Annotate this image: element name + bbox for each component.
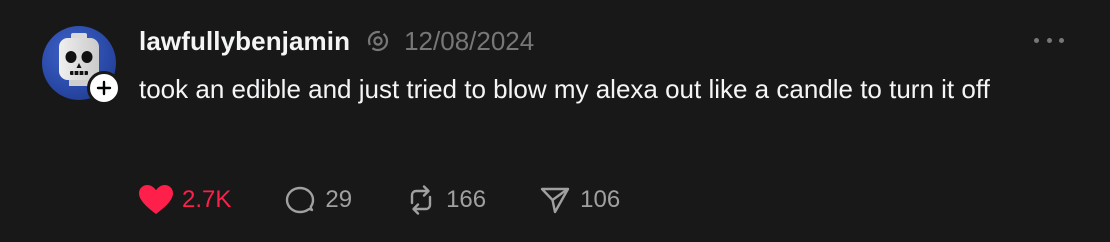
- post-timestamp[interactable]: 12/08/2024: [404, 26, 534, 57]
- repost-icon: [410, 185, 432, 215]
- share-count: 106: [580, 186, 621, 213]
- reply-count: 29: [325, 186, 353, 213]
- avatar-container: [42, 26, 121, 105]
- more-options-button[interactable]: [1034, 28, 1064, 52]
- repost-button[interactable]: 166: [404, 183, 486, 217]
- send-icon: [540, 187, 570, 214]
- post-card: lawfullybenjamin 12/08/2024 took an edib…: [0, 0, 1110, 242]
- more-icon-dot: [1059, 37, 1064, 43]
- post-text: took an edible and just tried to blow my…: [139, 74, 990, 104]
- share-button[interactable]: 106: [538, 183, 620, 217]
- more-icon: [1034, 37, 1039, 43]
- follow-button[interactable]: [87, 71, 121, 105]
- like-button[interactable]: 2.7K: [138, 184, 231, 216]
- username-link[interactable]: lawfullybenjamin: [139, 26, 350, 57]
- post-header: lawfullybenjamin 12/08/2024: [139, 24, 534, 58]
- action-bar: 2.7K 29 166 106: [138, 182, 620, 218]
- like-count: 2.7K: [182, 186, 232, 213]
- ai-info-icon[interactable]: [366, 29, 390, 53]
- comment-icon: [286, 186, 315, 214]
- repost-count: 166: [446, 186, 487, 213]
- heart-icon: [139, 185, 173, 214]
- reply-button[interactable]: 29: [283, 183, 352, 217]
- plus-icon: [96, 80, 112, 96]
- more-icon-dot: [1046, 37, 1052, 43]
